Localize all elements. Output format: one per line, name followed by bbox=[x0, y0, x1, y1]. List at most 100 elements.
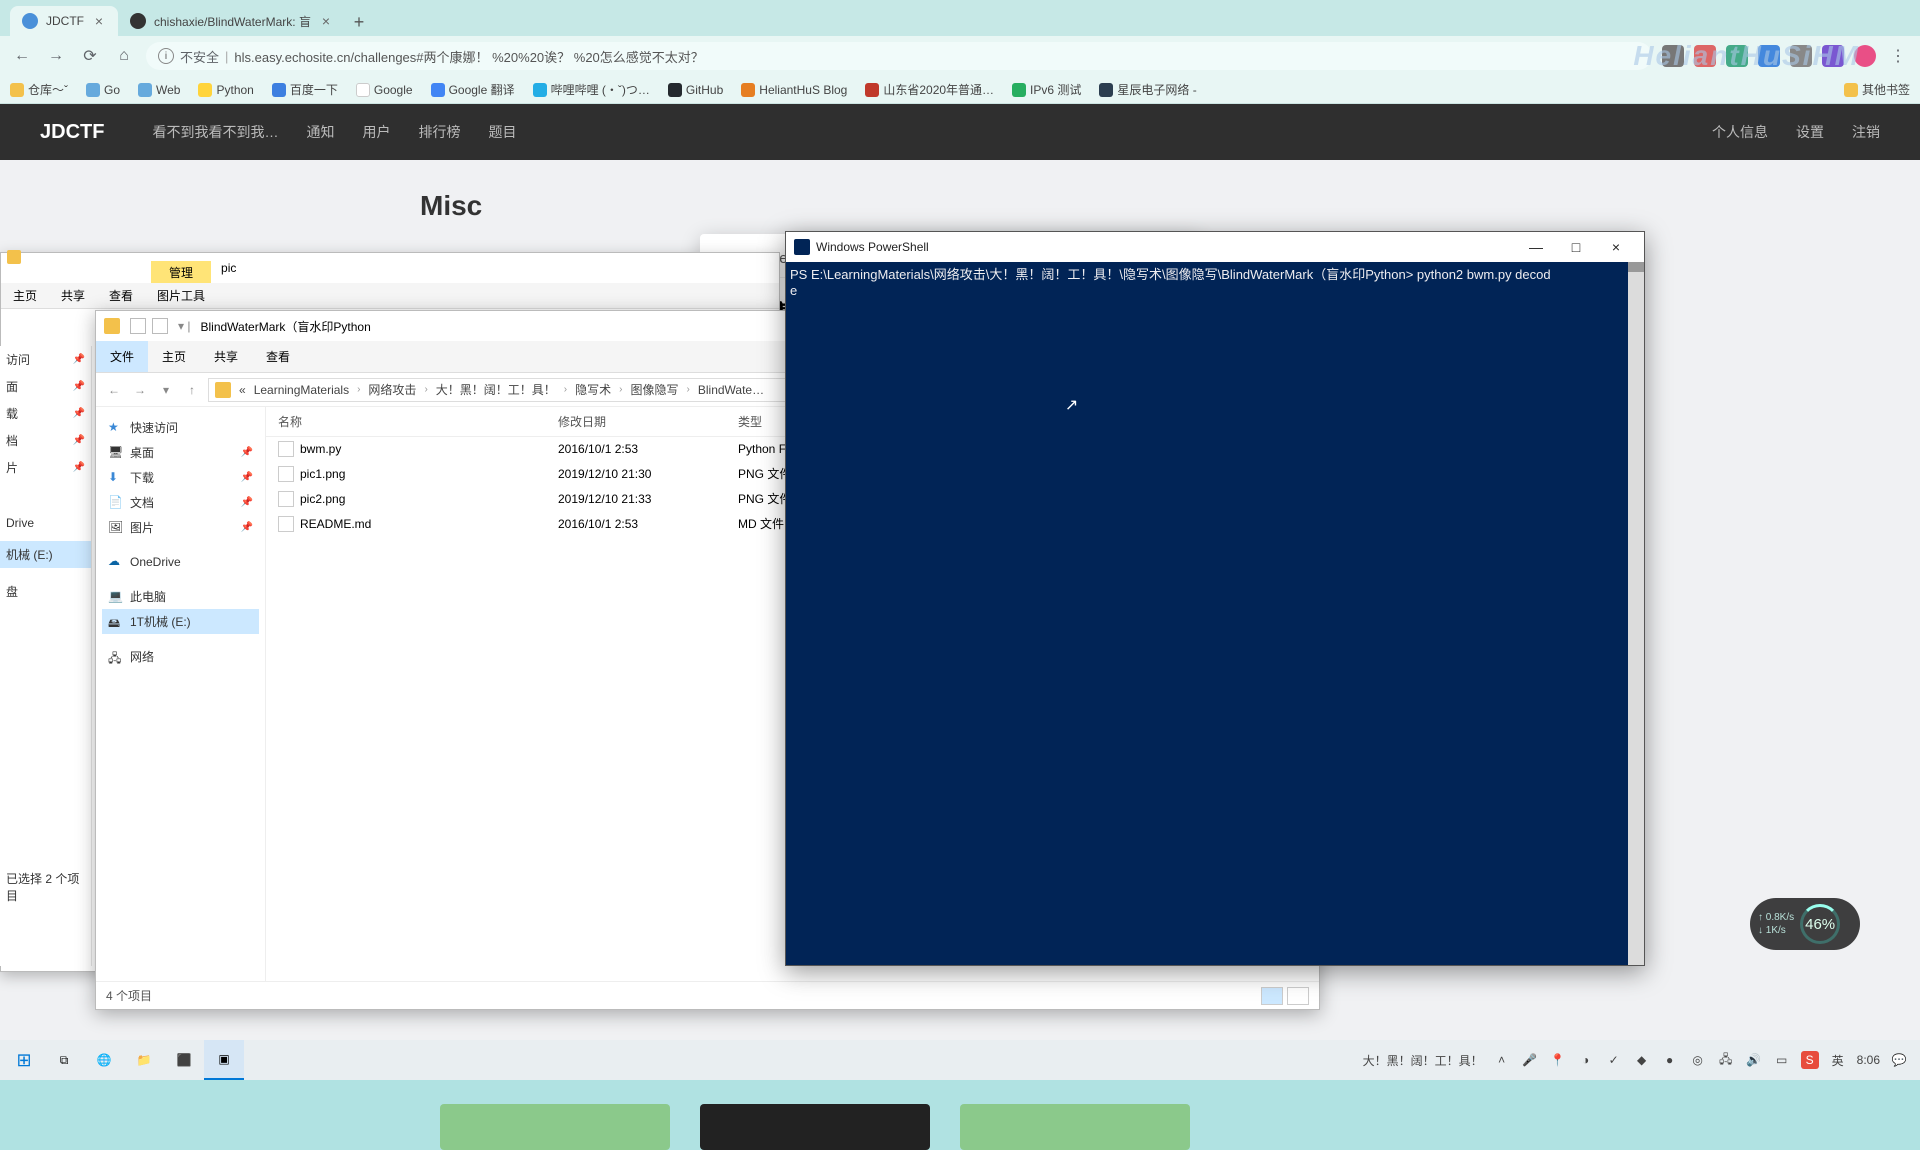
bookmark[interactable]: 星辰电子网络 - bbox=[1099, 81, 1196, 98]
forward-button[interactable]: → bbox=[130, 380, 150, 400]
minimize-button[interactable]: — bbox=[1516, 232, 1556, 262]
modal-button[interactable] bbox=[700, 1104, 930, 1150]
tray-ime-icon[interactable]: S bbox=[1801, 1051, 1819, 1069]
nav-link[interactable]: 个人信息 bbox=[1712, 122, 1768, 142]
sidebar-item[interactable]: 档📌 bbox=[0, 427, 91, 454]
new-tab-button[interactable]: + bbox=[345, 8, 373, 36]
tray-location-icon[interactable]: 📍 bbox=[1549, 1051, 1567, 1069]
tray-icon[interactable]: ▭ bbox=[1773, 1051, 1791, 1069]
nav-link[interactable]: 用户 bbox=[362, 122, 390, 142]
qat-button[interactable] bbox=[152, 318, 168, 334]
nav-link[interactable]: 通知 bbox=[306, 122, 334, 142]
sidebar-network[interactable]: 网络 bbox=[102, 644, 259, 669]
notifications-button[interactable]: 💬 bbox=[1890, 1051, 1908, 1069]
modal-button[interactable] bbox=[440, 1104, 670, 1150]
close-button[interactable]: × bbox=[1596, 232, 1636, 262]
maximize-button[interactable]: □ bbox=[1556, 232, 1596, 262]
sidebar-documents[interactable]: 文档📌 bbox=[102, 490, 259, 515]
bookmark[interactable]: Web bbox=[138, 83, 180, 97]
reload-button[interactable]: ⟳ bbox=[78, 44, 102, 68]
forward-button[interactable]: → bbox=[44, 44, 68, 68]
contextual-tab-label[interactable]: 管理 bbox=[151, 261, 211, 283]
powershell-terminal[interactable]: PS E:\LearningMaterials\网络攻击\大！黑！阔！工！具！\… bbox=[786, 262, 1644, 965]
sidebar-item[interactable]: 面📌 bbox=[0, 373, 91, 400]
tray-icon[interactable]: ◎ bbox=[1689, 1051, 1707, 1069]
sidebar-item[interactable]: Drive bbox=[0, 511, 91, 535]
sidebar-quick-access[interactable]: 快速访问 bbox=[102, 415, 259, 440]
sidebar-item[interactable]: 机械 (E:) bbox=[0, 541, 91, 568]
info-icon[interactable]: i bbox=[158, 48, 174, 64]
taskbar-app[interactable]: ⬛ bbox=[164, 1040, 204, 1080]
site-brand[interactable]: JDCTF bbox=[40, 121, 104, 144]
sidebar-item[interactable]: 载📌 bbox=[0, 400, 91, 427]
tray-icon[interactable]: ◑ bbox=[1577, 1051, 1595, 1069]
col-date[interactable]: 修改日期 bbox=[558, 413, 738, 430]
sidebar-onedrive[interactable]: OneDrive bbox=[102, 550, 259, 574]
bookmark[interactable]: 仓库～ˇ bbox=[10, 81, 68, 98]
bookmark[interactable]: 山东省2020年普通… bbox=[865, 81, 994, 98]
start-button[interactable]: ⊞ bbox=[4, 1040, 44, 1080]
bookmark[interactable]: IPv6 测试 bbox=[1012, 81, 1081, 98]
taskbar-app-explorer[interactable]: 📁 bbox=[124, 1040, 164, 1080]
tray-icon[interactable]: ◆ bbox=[1633, 1051, 1651, 1069]
ribbon-tab[interactable]: 主页 bbox=[1, 287, 49, 304]
tray-network-icon[interactable]: 🖧 bbox=[1717, 1051, 1735, 1069]
tray-volume-icon[interactable]: 🔊 bbox=[1745, 1051, 1763, 1069]
sidebar-item[interactable]: 访问📌 bbox=[0, 346, 91, 373]
close-icon[interactable]: × bbox=[319, 14, 333, 28]
nav-link[interactable]: 设置 bbox=[1796, 122, 1824, 142]
taskbar-app-chrome[interactable]: 🌐 bbox=[84, 1040, 124, 1080]
sidebar-pictures[interactable]: 图片📌 bbox=[102, 515, 259, 540]
system-monitor-widget[interactable]: ↑ 0.8K/s ↓ 1K/s 46% bbox=[1750, 898, 1860, 950]
powershell-titlebar[interactable]: Windows PowerShell — □ × bbox=[786, 232, 1644, 262]
qat-button[interactable] bbox=[130, 318, 146, 334]
taskbar-app-powershell[interactable]: ▣ bbox=[204, 1040, 244, 1080]
other-bookmarks[interactable]: 其他书签 bbox=[1844, 81, 1910, 98]
sidebar-downloads[interactable]: 下载📌 bbox=[102, 465, 259, 490]
ime-text[interactable]: 大！黑！阔！工！具！ bbox=[1363, 1052, 1483, 1069]
taskbar-clock[interactable]: 8:06 bbox=[1857, 1053, 1880, 1067]
bookmark[interactable]: Google 翻译 bbox=[431, 81, 515, 98]
sidebar-desktop[interactable]: 桌面📌 bbox=[102, 440, 259, 465]
browser-tab-1[interactable]: JDCTF × bbox=[10, 6, 118, 36]
close-icon[interactable]: × bbox=[92, 14, 106, 28]
bookmark[interactable]: Google bbox=[356, 83, 413, 97]
ribbon-tab-share[interactable]: 共享 bbox=[200, 341, 252, 372]
bookmark[interactable]: Python bbox=[198, 83, 253, 97]
ribbon-tab[interactable]: 共享 bbox=[49, 287, 97, 304]
tray-mic-icon[interactable]: 🎤 bbox=[1521, 1051, 1539, 1069]
task-view-button[interactable]: ⧉ bbox=[44, 1040, 84, 1080]
bookmark[interactable]: Go bbox=[86, 83, 120, 97]
back-button[interactable]: ← bbox=[10, 44, 34, 68]
bookmark[interactable]: 百度一下 bbox=[272, 81, 338, 98]
chrome-menu-button[interactable]: ⋮ bbox=[1886, 44, 1910, 68]
ribbon-tab-file[interactable]: 文件 bbox=[96, 341, 148, 372]
bookmark[interactable]: HeliantHuS Blog bbox=[741, 83, 847, 97]
bookmark[interactable]: 哔哩哔哩 (・ˇ)つ… bbox=[533, 81, 650, 98]
nav-link[interactable]: 看不到我看不到我… bbox=[152, 122, 278, 142]
browser-tab-2[interactable]: chishaxie/BlindWaterMark: 盲 × bbox=[118, 6, 345, 36]
powershell-window[interactable]: Windows PowerShell — □ × PS E:\LearningM… bbox=[785, 231, 1645, 966]
tray-icon[interactable]: ✓ bbox=[1605, 1051, 1623, 1069]
bookmark[interactable]: GitHub bbox=[668, 83, 723, 97]
up-button[interactable]: ↑ bbox=[182, 380, 202, 400]
nav-link[interactable]: 排行榜 bbox=[418, 122, 460, 142]
sidebar-this-pc[interactable]: 此电脑 bbox=[102, 584, 259, 609]
col-name[interactable]: 名称 bbox=[278, 413, 558, 430]
modal-button[interactable] bbox=[960, 1104, 1190, 1150]
thumbnails-view-button[interactable] bbox=[1287, 987, 1309, 1005]
tray-up-icon[interactable]: ˄ bbox=[1493, 1051, 1511, 1069]
ribbon-tab[interactable]: 查看 bbox=[97, 287, 145, 304]
details-view-button[interactable] bbox=[1261, 987, 1283, 1005]
nav-link[interactable]: 注销 bbox=[1852, 122, 1880, 142]
tray-icon[interactable]: ● bbox=[1661, 1051, 1679, 1069]
back-button[interactable]: ← bbox=[104, 380, 124, 400]
sidebar-item[interactable]: 盘 bbox=[0, 578, 91, 605]
ribbon-tab-view[interactable]: 查看 bbox=[252, 341, 304, 372]
recent-dropdown[interactable]: ▾ bbox=[156, 380, 176, 400]
home-button[interactable]: ⌂ bbox=[112, 44, 136, 68]
nav-link[interactable]: 题目 bbox=[488, 122, 516, 142]
scrollbar[interactable] bbox=[1628, 262, 1644, 965]
sidebar-item[interactable]: 片📌 bbox=[0, 454, 91, 481]
tray-ime-mode[interactable]: 英 bbox=[1829, 1051, 1847, 1069]
